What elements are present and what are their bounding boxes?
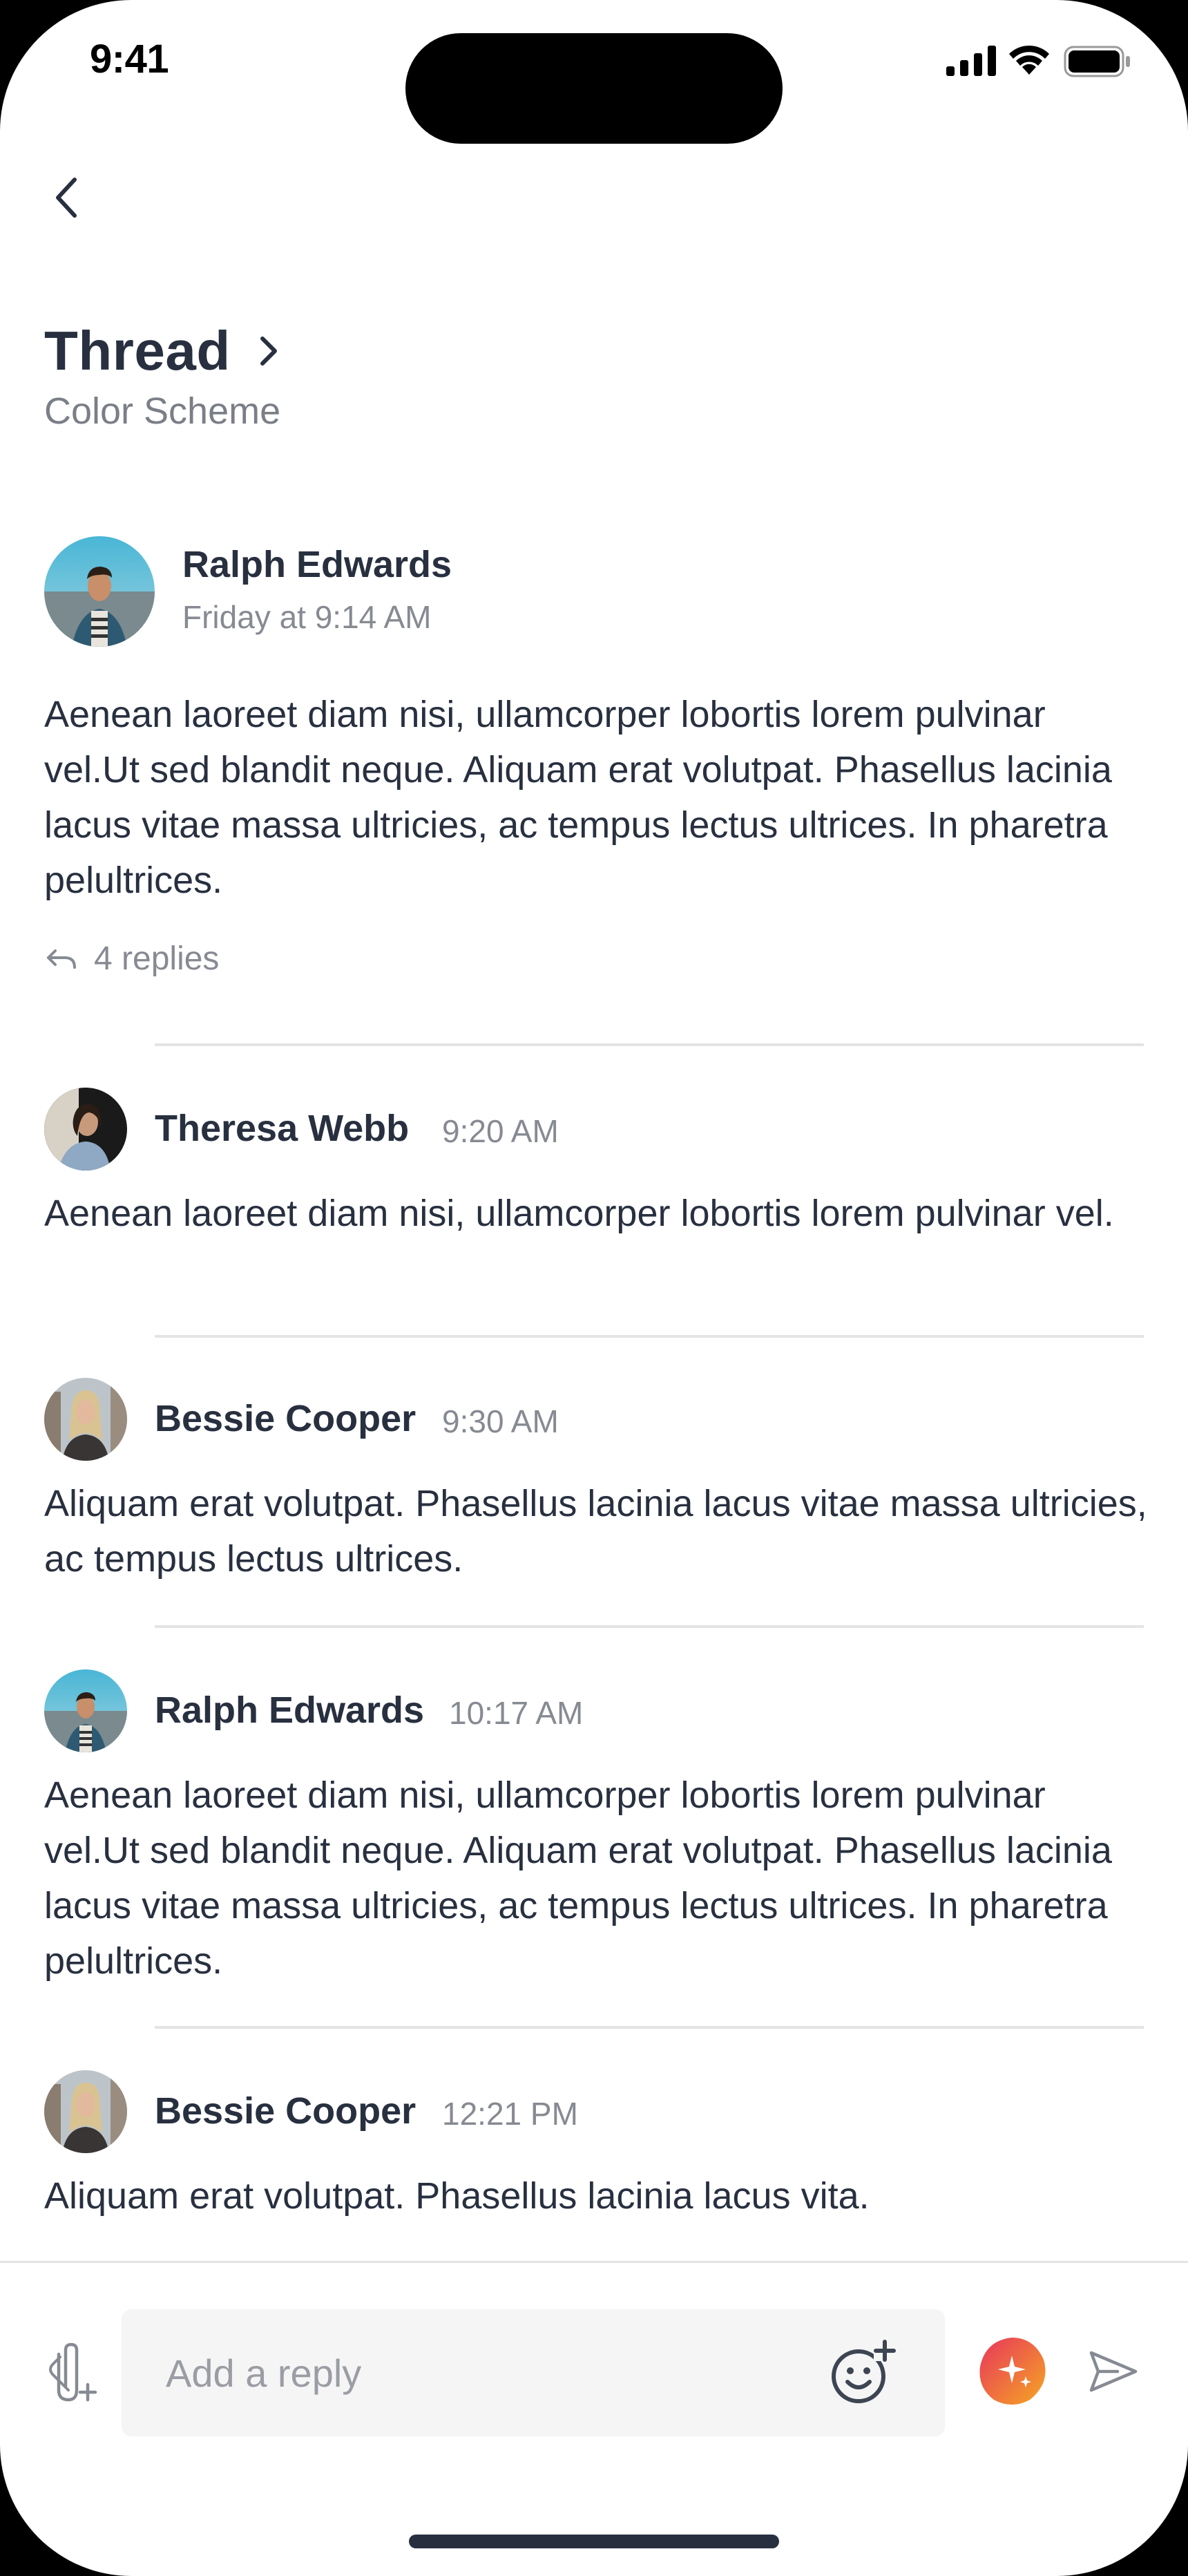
composer-divider [0, 2261, 1188, 2263]
cellular-signal-icon [946, 46, 996, 76]
avatar[interactable] [44, 1378, 127, 1461]
back-button[interactable] [39, 170, 94, 225]
attach-button[interactable] [40, 2336, 102, 2412]
status-time: 9:41 [90, 37, 169, 82]
send-icon [1089, 2351, 1138, 2392]
replies-count-label: 4 replies [94, 940, 220, 977]
avatar[interactable] [44, 1669, 127, 1752]
divider [155, 1335, 1144, 1338]
reply-timestamp: 12:21 PM [442, 2096, 578, 2132]
reply-message-body: Aenean laoreet diam nisi, ullamcorper lo… [44, 1774, 1112, 1982]
page-title: Thread [44, 320, 231, 381]
parent-message-body: Aenean laoreet diam nisi, ullamcorper lo… [44, 694, 1112, 901]
reply-box [122, 2309, 945, 2436]
list-item: Theresa Webb 9:20 AM Aenean laoreet diam… [44, 1088, 1156, 1295]
reply-author-name[interactable]: Ralph Edwards [155, 1689, 424, 1732]
ai-assist-button[interactable] [974, 2333, 1050, 2409]
chevron-right-icon [258, 334, 279, 368]
reply-author-name[interactable]: Bessie Cooper [155, 2090, 416, 2132]
emoji-button[interactable] [825, 2334, 901, 2410]
battery-icon [1064, 46, 1130, 77]
channel-subtitle: Color Scheme [44, 390, 281, 432]
sparkle-ai-icon [979, 2338, 1046, 2405]
reply-arrow-icon [47, 949, 76, 969]
divider [155, 1043, 1144, 1046]
avatar[interactable] [44, 2070, 127, 2153]
replies-count-button[interactable]: 4 replies [44, 940, 219, 978]
reply-message-body: Aliquam erat volutpat. Phasellus lacinia… [44, 1483, 1147, 1580]
send-button[interactable] [1079, 2337, 1148, 2406]
divider [155, 2026, 1144, 2029]
list-item: Ralph Edwards 10:17 AM Aenean laoreet di… [44, 1669, 1156, 1987]
phone-screen: 9:41 Thread Color Scheme Ralph Edwards F… [0, 0, 1188, 2576]
attachment-add-icon [49, 2342, 97, 2402]
avatar[interactable] [44, 1088, 127, 1171]
reply-message-body: Aliquam erat volutpat. Phasellus lacinia… [44, 2175, 870, 2217]
dynamic-island [405, 33, 783, 144]
home-indicator[interactable] [409, 2535, 779, 2548]
reply-input[interactable] [166, 2344, 787, 2402]
parent-author-name[interactable]: Ralph Edwards [182, 543, 452, 586]
divider [155, 1625, 1144, 1628]
list-item: Bessie Cooper 12:21 PM Aliquam erat volu… [44, 2070, 1156, 2236]
reply-timestamp: 10:17 AM [449, 1695, 584, 1731]
avatar[interactable] [44, 536, 155, 647]
reply-message-body: Aenean laoreet diam nisi, ullamcorper lo… [44, 1193, 1114, 1234]
reply-author-name[interactable]: Bessie Cooper [155, 1397, 416, 1440]
wifi-icon [1009, 45, 1049, 75]
reply-timestamp: 9:30 AM [442, 1403, 559, 1439]
emoji-add-icon [832, 2340, 896, 2403]
parent-timestamp: Friday at 9:14 AM [182, 599, 432, 635]
chevron-left-icon [56, 178, 77, 218]
reply-timestamp: 9:20 AM [442, 1113, 559, 1149]
thread-title-row[interactable]: Thread [44, 319, 279, 383]
reply-author-name[interactable]: Theresa Webb [155, 1107, 409, 1150]
list-item: Bessie Cooper 9:30 AM Aliquam erat volut… [44, 1378, 1156, 1585]
